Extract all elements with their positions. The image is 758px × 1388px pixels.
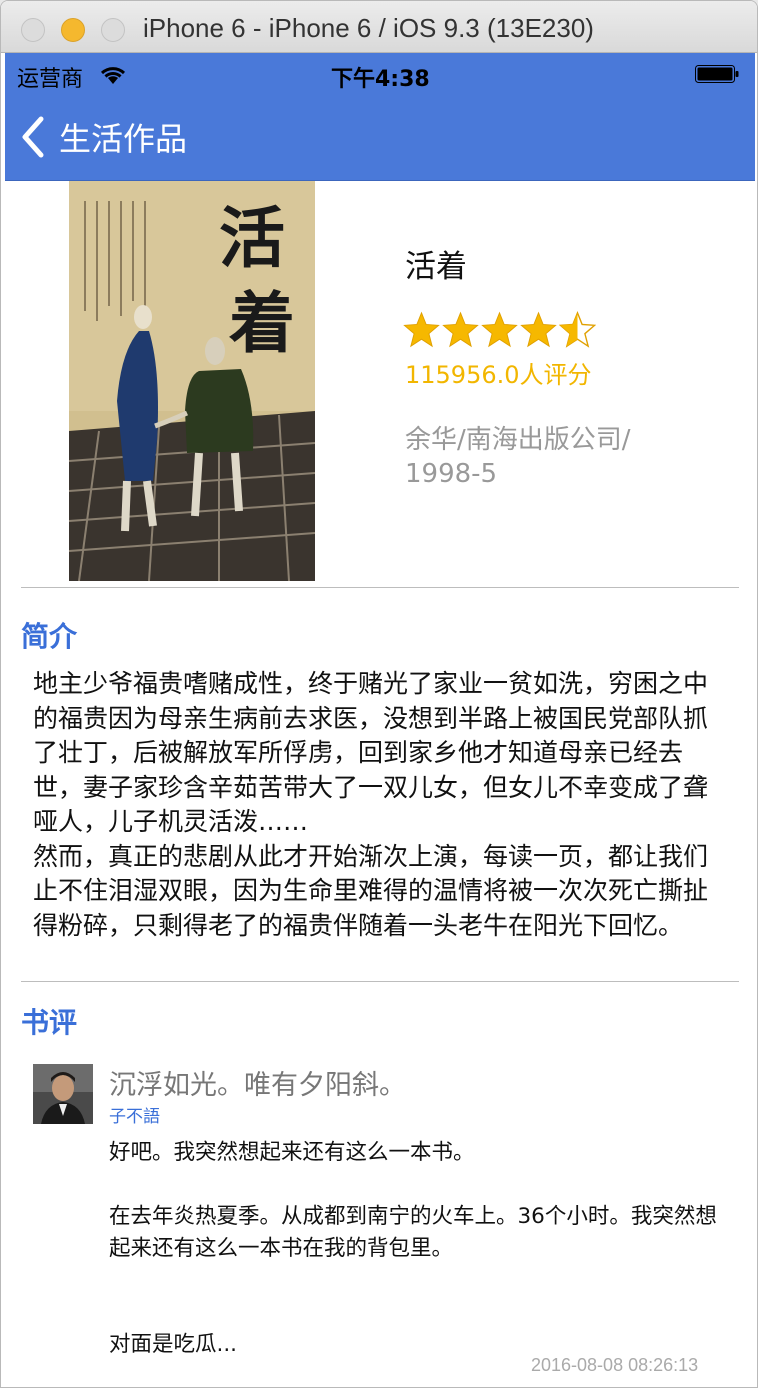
avatar-image: [33, 1064, 93, 1124]
back-button-label: 生活作品: [59, 120, 188, 158]
summary-text: 地主少爷福贵嗜赌成性，终于赌光了家业一贫如洗，穷困之中的福贵因为母亲生病前去求医…: [33, 669, 709, 940]
review-title: 沉浮如光。唯有夕阳斜。: [109, 1070, 406, 1101]
chevron-left-icon: [22, 116, 44, 158]
simulator-window: iPhone 6 - iPhone 6 / iOS 9.3 (13E230) 运…: [0, 0, 758, 1388]
summary-heading: 简介: [21, 620, 78, 653]
reviews-heading: 书评: [21, 1006, 78, 1039]
divider: [21, 981, 739, 982]
reviewer-name[interactable]: 子不語: [109, 1102, 160, 1127]
back-button[interactable]: 生活作品: [19, 113, 187, 161]
carrier-label: 运营商: [17, 67, 84, 92]
device-screen: 运营商 下午4:38 生活作品 活 着 活着 115956.0人评分 余华/南海…: [5, 53, 755, 1387]
close-window-button[interactable]: [21, 18, 45, 42]
star-full-icon: [403, 311, 440, 348]
review-body: 好吧。我突然想起来还有这么一本书。 在去年炎热夏季。从成都到南宁的火车上。36个…: [109, 1140, 717, 1357]
zoom-window-button[interactable]: [101, 18, 125, 42]
avatar[interactable]: [33, 1064, 93, 1124]
wifi-icon: [100, 67, 126, 84]
rating-count: 115956.0人评分: [405, 361, 592, 389]
navigation-bar: 生活作品: [5, 93, 755, 181]
star-full-icon: [481, 311, 518, 348]
status-bar: 运营商 下午4:38: [5, 53, 755, 93]
star-half-icon: [559, 311, 596, 348]
minimize-window-button[interactable]: [61, 18, 85, 42]
battery-icon: [695, 65, 739, 83]
book-cover-image: 活 着: [69, 181, 315, 581]
cover-illustration: 活 着: [69, 181, 315, 581]
window-title: iPhone 6 - iPhone 6 / iOS 9.3 (13E230): [143, 13, 594, 43]
clock: 下午4:38: [331, 67, 430, 92]
review-timestamp: 2016-08-08 08:26:13: [531, 1355, 699, 1375]
star-full-icon: [520, 311, 557, 348]
cover-title-char-1: 活: [219, 199, 285, 277]
window-title-bar: iPhone 6 - iPhone 6 / iOS 9.3 (13E230): [1, 1, 757, 53]
divider: [21, 587, 739, 588]
star-full-icon: [442, 311, 479, 348]
publisher-info: 余华/南海出版公司/ 1998-5: [405, 425, 631, 489]
book-title: 活着: [405, 249, 467, 285]
rating-stars: [403, 311, 596, 348]
cover-title-char-2: 着: [229, 284, 295, 362]
